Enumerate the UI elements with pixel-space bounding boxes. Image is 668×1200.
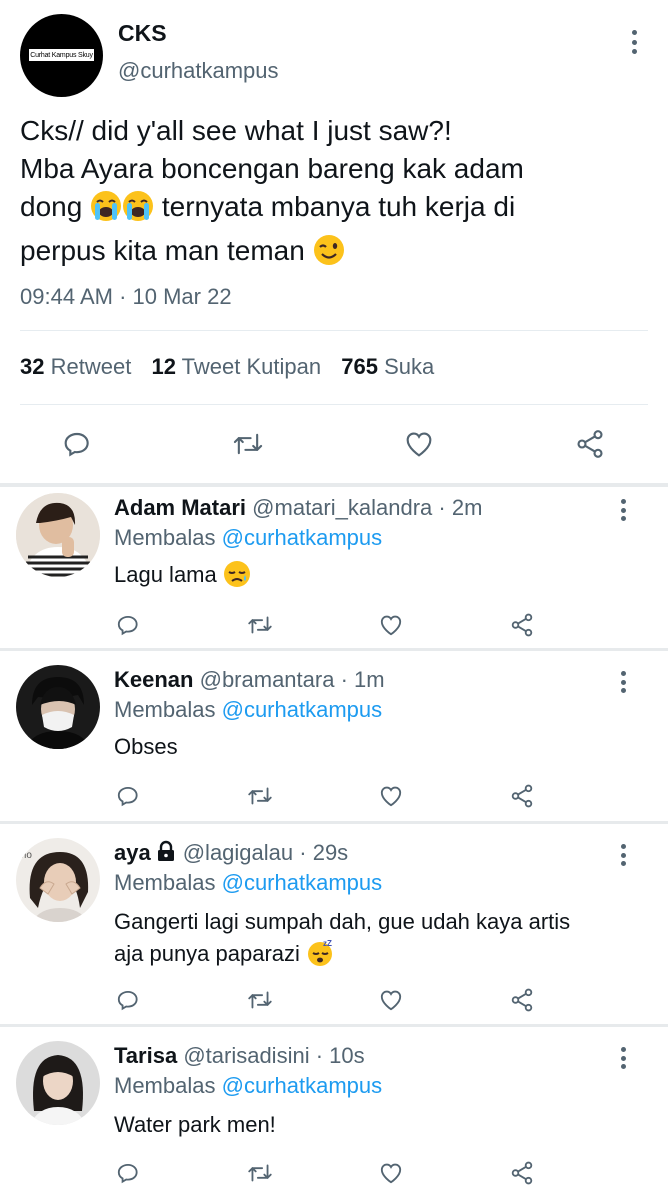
like-icon[interactable] <box>373 607 409 643</box>
reply-actions <box>0 1155 668 1191</box>
replying-to: Membalas @curhatkampus <box>114 1073 383 1098</box>
mention-link[interactable]: @curhatkampus <box>222 1073 383 1098</box>
reply-author-handle[interactable]: @bramantara <box>200 667 335 692</box>
reply-actions <box>0 607 668 643</box>
tweet-text-line: perpus kita man teman <box>20 232 640 276</box>
reply-icon[interactable] <box>110 607 146 643</box>
reply-tweet[interactable]: Adam Matari @matari_kalandra · 2m Membal… <box>0 487 668 647</box>
crying-face-emoji <box>90 190 122 232</box>
mention-link[interactable]: @curhatkampus <box>222 525 383 550</box>
replying-to: Membalas @curhatkampus <box>114 697 383 722</box>
more-options-icon[interactable] <box>612 1045 634 1071</box>
reply-icon[interactable] <box>110 1155 146 1191</box>
quote-tweet-stat[interactable]: 12 Tweet Kutipan <box>151 354 321 379</box>
reply-tweet[interactable]: mo aya @lagigalau · 29s Membalas @curhatk… <box>0 824 668 1024</box>
reply-actions <box>0 778 668 814</box>
divider <box>20 330 648 331</box>
sleeping-face-emoji: zZ <box>306 939 334 976</box>
share-icon[interactable] <box>504 607 540 643</box>
tweet-stats: 32 Retweet 12 Tweet Kutipan 765 Suka <box>20 354 434 380</box>
winking-face-emoji <box>313 234 345 276</box>
reply-text: Lagu lama <box>114 559 251 597</box>
reply-time[interactable]: · 29s <box>299 840 348 865</box>
reply-header: Tarisa @tarisadisini · 10s <box>114 1043 365 1069</box>
share-icon[interactable] <box>504 1155 540 1191</box>
tweet-actions <box>0 422 668 466</box>
avatar-logo: Curhat Kampus Skuy <box>28 48 95 62</box>
avatar-logo-text: Curhat Kampus Skuy <box>30 51 93 59</box>
tweet-text-line: Cks// did y'all see what I just saw?! <box>20 115 452 146</box>
svg-text:zZ: zZ <box>323 939 332 948</box>
replying-to: Membalas @curhatkampus <box>114 870 383 895</box>
author-handle[interactable]: @curhatkampus <box>118 58 279 84</box>
share-icon[interactable] <box>504 982 540 1018</box>
reply-author-handle[interactable]: @lagigalau <box>183 840 293 865</box>
like-icon[interactable] <box>373 982 409 1018</box>
reply-time[interactable]: · 1m <box>341 667 385 692</box>
lock-icon <box>155 840 177 868</box>
reply-header: Keenan @bramantara · 1m <box>114 667 385 693</box>
reply-header: Adam Matari @matari_kalandra · 2m <box>114 495 482 521</box>
more-options-icon[interactable] <box>612 669 634 695</box>
avatar[interactable]: mo <box>16 838 100 922</box>
mention-link[interactable]: @curhatkampus <box>222 870 383 895</box>
reply-actions <box>0 982 668 1018</box>
reply-tweet[interactable]: Tarisa @tarisadisini · 10s Membalas @cur… <box>0 1027 668 1200</box>
reply-icon[interactable] <box>110 982 146 1018</box>
sad-face-emoji <box>223 560 251 597</box>
like-stat[interactable]: 765 Suka <box>341 354 434 379</box>
share-icon[interactable] <box>504 778 540 814</box>
tweet-text: Cks// did y'all see what I just saw?! Mb… <box>20 112 640 276</box>
reply-text: Gangerti lagi sumpah dah, gue udah kaya … <box>114 906 570 976</box>
like-icon[interactable] <box>373 1155 409 1191</box>
tweet-timestamp[interactable]: 09:44 AM · 10 Mar 22 <box>20 284 232 310</box>
retweet-icon[interactable] <box>242 778 278 814</box>
retweet-icon[interactable] <box>242 1155 278 1191</box>
share-icon[interactable] <box>568 422 612 466</box>
crying-face-emoji <box>122 190 154 232</box>
main-tweet: Curhat Kampus Skuy CKS @curhatkampus Cks… <box>0 0 668 485</box>
retweet-icon[interactable] <box>242 607 278 643</box>
tweet-text-line: Mba Ayara boncengan bareng kak adam <box>20 153 524 184</box>
retweet-stat[interactable]: 32 Retweet <box>20 354 131 379</box>
replying-to: Membalas @curhatkampus <box>114 525 383 550</box>
reply-icon[interactable] <box>110 778 146 814</box>
mention-link[interactable]: @curhatkampus <box>222 697 383 722</box>
more-options-icon[interactable] <box>612 497 634 523</box>
reply-time[interactable]: · 10s <box>316 1043 365 1068</box>
reply-text: Obses <box>114 734 178 759</box>
avatar[interactable] <box>16 493 100 577</box>
reply-text: Water park men! <box>114 1112 276 1137</box>
divider <box>20 404 648 405</box>
reply-icon[interactable] <box>55 422 99 466</box>
retweet-icon[interactable] <box>242 982 278 1018</box>
avatar[interactable]: Curhat Kampus Skuy <box>20 14 103 97</box>
avatar[interactable] <box>16 1041 100 1125</box>
reply-time[interactable]: · 2m <box>438 495 482 520</box>
tweet-text-line: dong ternyata mbanya tuh kerja di <box>20 188 640 232</box>
avatar[interactable] <box>16 665 100 749</box>
like-icon[interactable] <box>397 422 441 466</box>
retweet-icon[interactable] <box>226 422 270 466</box>
author-name[interactable]: CKS <box>118 20 167 47</box>
more-options-icon[interactable] <box>622 28 646 56</box>
like-icon[interactable] <box>373 778 409 814</box>
more-options-icon[interactable] <box>612 842 634 868</box>
reply-header: aya @lagigalau · 29s <box>114 840 348 868</box>
reply-author-name[interactable]: aya <box>114 840 151 865</box>
reply-author-name[interactable]: Keenan <box>114 667 193 692</box>
svg-text:mo: mo <box>18 850 32 861</box>
reply-tweet[interactable]: Keenan @bramantara · 1m Membalas @curhat… <box>0 651 668 821</box>
reply-author-handle[interactable]: @tarisadisini <box>183 1043 309 1068</box>
reply-author-name[interactable]: Adam Matari <box>114 495 246 520</box>
reply-author-handle[interactable]: @matari_kalandra <box>252 495 432 520</box>
reply-author-name[interactable]: Tarisa <box>114 1043 177 1068</box>
